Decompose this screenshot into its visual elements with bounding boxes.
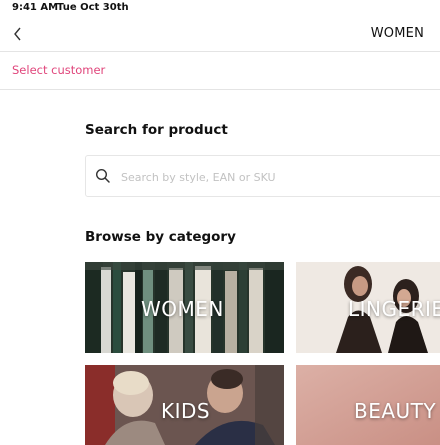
status-bar: 9:41 AM Tue Oct 30th [0,0,440,18]
status-date: Tue Oct 30th [57,2,129,13]
category-tile-kids[interactable]: KIDS [85,365,284,445]
divider [0,89,440,90]
status-time: 9:41 AM [12,2,59,13]
category-tile-lingerie[interactable]: LINGERIE [296,262,440,353]
chevron-left-icon [14,27,21,41]
category-tile-women[interactable]: WOMEN [85,262,284,353]
search-icon [95,168,110,183]
category-label-lingerie: LINGERIE [348,297,440,321]
search-heading: Search for product [85,122,228,138]
category-label-beauty: BEAUTY [354,399,437,423]
back-button[interactable] [9,24,27,44]
divider [0,51,440,52]
category-label-kids: KIDS [161,399,211,423]
search-box[interactable] [85,155,440,197]
browse-heading: Browse by category [85,229,236,245]
search-input[interactable] [119,166,423,188]
select-customer-link[interactable]: Select customer [12,63,105,77]
page-title: WOMEN [370,26,424,41]
category-tile-beauty[interactable]: BEAUTY [296,365,440,445]
category-label-women: WOMEN [141,297,224,321]
nav-bar: WOMEN [0,18,440,50]
